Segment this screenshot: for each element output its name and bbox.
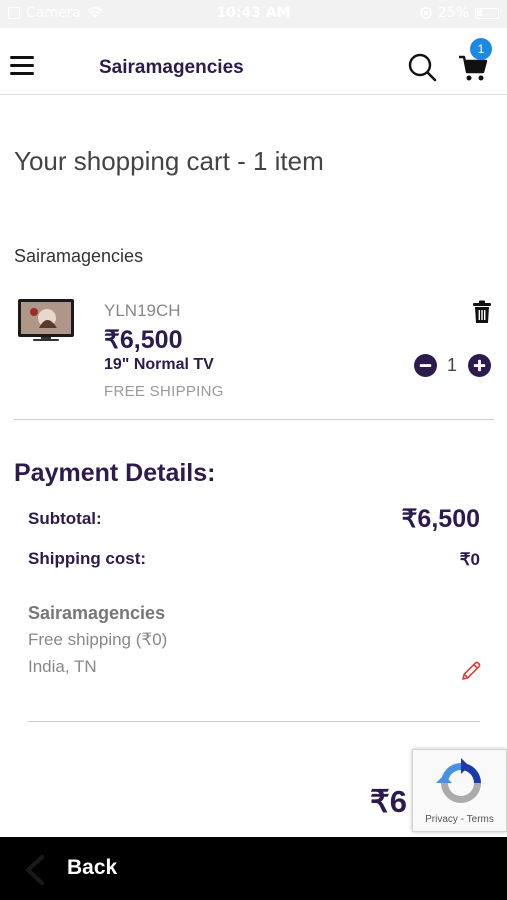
total-value: ₹6 xyxy=(370,784,407,819)
orientation-lock-icon xyxy=(420,7,432,19)
seller-name: Sairamagencies xyxy=(14,246,144,266)
shipping-cost-label: Shipping cost: xyxy=(28,549,147,568)
shipping-cost-value: ₹0 xyxy=(459,550,480,569)
page-title: Your shopping cart - 1 item xyxy=(14,146,324,176)
recaptcha-links[interactable]: Privacy - Terms xyxy=(413,814,506,825)
product-sku: YLN19CH xyxy=(104,301,181,320)
shipping-seller: Sairamagencies xyxy=(28,603,166,623)
cart-count-badge[interactable]: 1 xyxy=(470,38,492,60)
battery-icon xyxy=(475,7,499,19)
pencil-icon[interactable] xyxy=(460,660,482,682)
recaptcha-icon xyxy=(436,758,481,803)
status-bar-right: 25% xyxy=(420,5,499,21)
trash-icon[interactable] xyxy=(472,300,492,324)
product-name[interactable]: 19" Normal TV xyxy=(104,356,214,374)
search-icon[interactable] xyxy=(407,52,437,82)
app-header: Sairamagencies 1 xyxy=(0,28,507,95)
brand-title[interactable]: Sairamagencies xyxy=(99,57,244,79)
menu-icon[interactable] xyxy=(10,56,34,76)
product-image[interactable] xyxy=(17,298,75,343)
divider xyxy=(28,721,480,722)
chevron-left-icon[interactable] xyxy=(24,855,46,885)
bottom-nav-bar: Back xyxy=(0,837,507,900)
minus-circle-icon[interactable] xyxy=(414,354,437,377)
subtotal-value: ₹6,500 xyxy=(401,505,480,533)
quantity-value: 1 xyxy=(446,355,457,375)
subtotal-label: Subtotal: xyxy=(28,509,102,528)
divider xyxy=(14,419,494,420)
product-shipping-note: FREE SHIPPING xyxy=(104,383,224,400)
battery-percent: 25% xyxy=(437,5,469,21)
shipping-location: India, TN xyxy=(28,657,97,676)
shipping-method: Free shipping (₹0) xyxy=(28,630,168,649)
plus-circle-icon[interactable] xyxy=(468,354,491,377)
payment-heading: Payment Details: xyxy=(14,459,216,487)
product-price: ₹6,500 xyxy=(104,326,183,354)
back-button[interactable]: Back xyxy=(67,856,117,880)
recaptcha-badge[interactable]: Privacy - Terms xyxy=(412,749,507,832)
status-bar: Camera 10:43 AM 25% xyxy=(0,0,507,28)
